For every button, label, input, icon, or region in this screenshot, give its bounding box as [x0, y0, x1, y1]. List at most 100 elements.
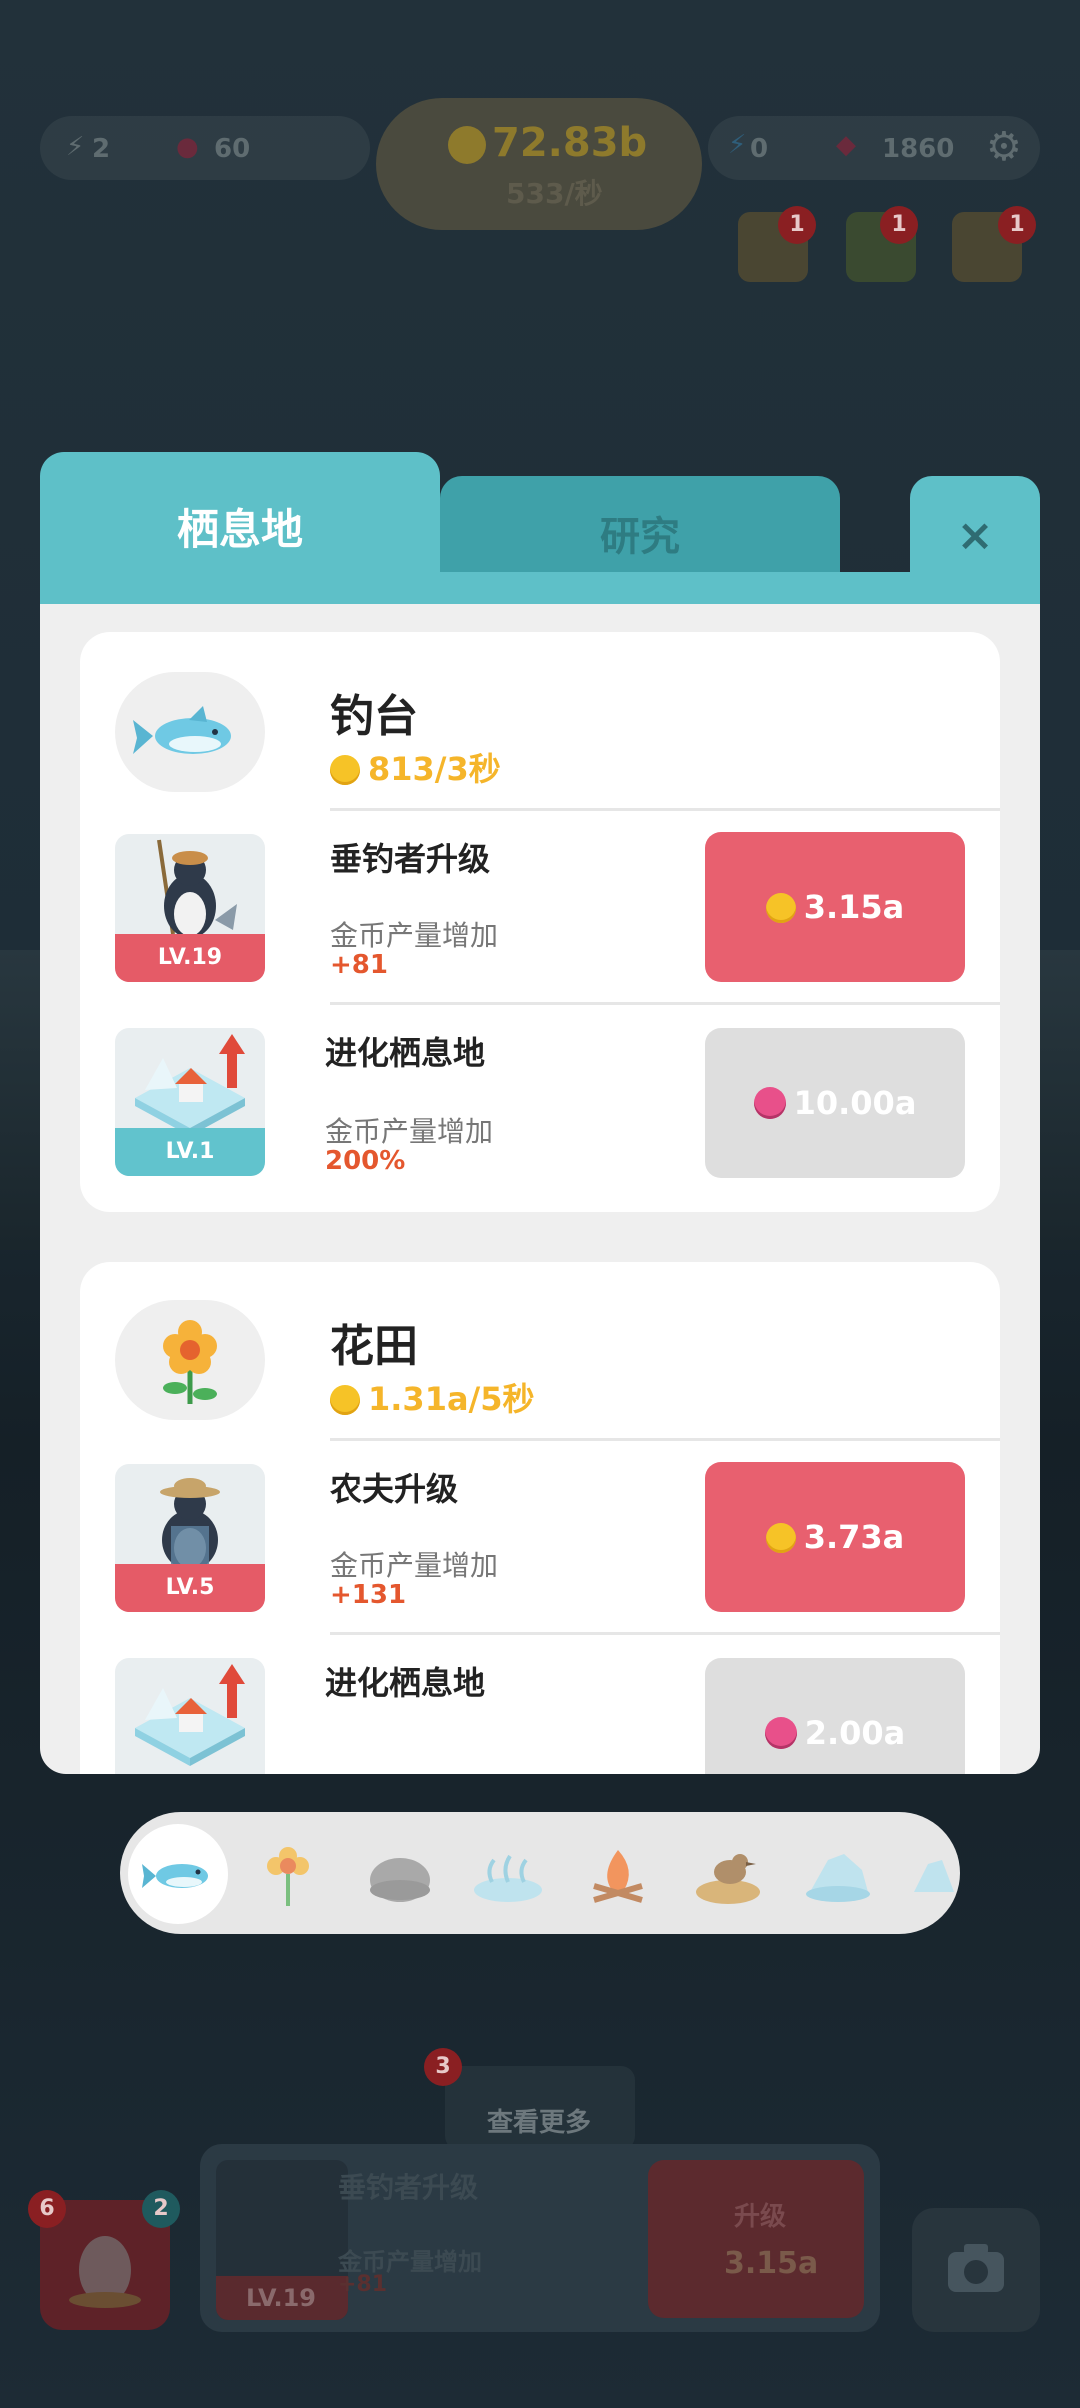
- habitat-card-fishing-platform: 钓台 813/3秒 LV.19 垂钓者升级 金币产量增加 +81 3.15a L…: [80, 632, 1000, 1212]
- upgrade-title: 垂钓者升级: [330, 840, 491, 878]
- level-badge: LV.19: [115, 934, 265, 982]
- ice-icon: [914, 1860, 954, 1892]
- quick-upgrade-button[interactable]: 升级 3.15a: [648, 2160, 864, 2318]
- camera-button[interactable]: [912, 2208, 1040, 2332]
- coin-icon: [765, 1523, 796, 1553]
- habitat-rate-value: 813/3秒: [368, 750, 501, 788]
- upgrade-title: 垂钓者升级: [338, 2171, 479, 2204]
- level-badge-label: LV.19: [246, 2284, 316, 2312]
- angler-thumbnail: LV.19: [115, 834, 265, 982]
- gear-icon[interactable]: ⚙: [986, 124, 1022, 170]
- rock-icon: [370, 1858, 430, 1902]
- habitat-tab-rock[interactable]: [348, 1824, 448, 1924]
- view-more-label: 查看更多: [487, 2108, 592, 2138]
- angler-thumbnail: LV.19: [216, 2160, 348, 2320]
- upgrade-title: 进化栖息地: [325, 1034, 486, 1072]
- upgrade-farmer-button[interactable]: 3.73a: [705, 1462, 965, 1612]
- flower-icon: [115, 1300, 265, 1420]
- upgrade-title: 农夫升级: [330, 1470, 459, 1508]
- coin-icon: [448, 126, 486, 164]
- divider: [330, 808, 1000, 811]
- upgrade-value: 200%: [325, 1146, 406, 1176]
- view-more-badge: 3: [424, 2048, 462, 2086]
- habitat-card-flower-field: 花田 1.31a/5秒 LV.5 农夫升级 金币产量增加 +131 3.73a: [80, 1262, 1000, 1774]
- divider: [330, 1438, 1000, 1441]
- flower-icon: [267, 1847, 309, 1906]
- close-icon: ×: [956, 510, 994, 561]
- gem-icon: ◆: [836, 130, 856, 160]
- egg-badge-secondary: 2: [142, 2190, 180, 2228]
- level-badge: LV.5: [115, 1564, 265, 1612]
- modal-header-band: [40, 572, 1040, 604]
- upgrade-value: +131: [330, 1580, 407, 1610]
- coin-total: 72.83b: [492, 120, 648, 166]
- habitat-title: 花田: [330, 1321, 418, 1372]
- habitat-tab-hot-spring[interactable]: [458, 1824, 558, 1924]
- tab-research-label: 研究: [600, 514, 680, 560]
- evolve-habitat-button[interactable]: 10.00a: [705, 1028, 965, 1178]
- gem-count: 1860: [882, 134, 955, 164]
- heart-count: 60: [214, 134, 251, 164]
- farmer-thumbnail: LV.5: [115, 1464, 265, 1612]
- level-badge: LV.1: [115, 1128, 265, 1176]
- habitat-rate-value: 1.31a/5秒: [368, 1380, 535, 1418]
- energy-icon: ⚡: [728, 130, 747, 160]
- gem-icon: [753, 1087, 786, 1119]
- energy-count: 0: [750, 134, 769, 164]
- upgrade-desc: 金币产量增加: [325, 1115, 494, 1148]
- upgrade-desc: 金币产量增加: [330, 1549, 499, 1582]
- egg-badge: 6: [28, 2190, 66, 2228]
- habitat-selector[interactable]: [120, 1812, 960, 1934]
- upgrade-desc: 金币产量增加: [330, 919, 499, 952]
- evolve-habitat-thumbnail: LV.1: [115, 1028, 265, 1176]
- habitat-tab-ice[interactable]: [898, 1824, 960, 1924]
- coin-icon: [330, 1385, 360, 1415]
- divider: [330, 1002, 1000, 1005]
- habitat-tab-campfire[interactable]: [568, 1824, 668, 1924]
- top-hud: ⚡ 2 ● 60 72.83b 533/秒 ⚡ 0 ◆ 1860 ⚙ 1 1 1: [0, 0, 1080, 300]
- gem-icon: [764, 1717, 797, 1749]
- upgrade-angler-button[interactable]: 3.15a: [705, 832, 965, 982]
- habitat-title: 钓台: [330, 691, 418, 742]
- habitat-tab-flower[interactable]: [238, 1824, 338, 1924]
- habitat-tab-fishing[interactable]: [128, 1824, 228, 1924]
- upgrade-cost: 3.15a: [803, 888, 905, 926]
- coin-icon: [330, 755, 360, 785]
- bolt-count: 2: [92, 134, 111, 164]
- habitat-tab-iceberg[interactable]: [788, 1824, 888, 1924]
- habitat-rate: 1.31a/5秒: [330, 1374, 535, 1420]
- habitat-tab-nest[interactable]: [678, 1824, 778, 1924]
- upgrade-cost: 10.00a: [793, 1084, 917, 1122]
- heart-icon: ●: [176, 132, 199, 162]
- habitat-panel[interactable]: 钓台 813/3秒 LV.19 垂钓者升级 金币产量增加 +81 3.15a L…: [40, 604, 1040, 1774]
- habitat-rate: 813/3秒: [330, 744, 501, 790]
- coin-total-panel: 72.83b 533/秒: [376, 98, 702, 230]
- calendar-badge: 1: [880, 206, 918, 244]
- iceberg-icon: [806, 1854, 870, 1902]
- mail-badge: 1: [998, 206, 1036, 244]
- hot-spring-icon: [474, 1854, 542, 1902]
- evolve-habitat-button[interactable]: 2.00a: [705, 1658, 965, 1774]
- fish-icon: [142, 1864, 208, 1888]
- campfire-icon: [593, 1850, 643, 1903]
- divider: [330, 1632, 1000, 1635]
- trophy-badge: 1: [778, 206, 816, 244]
- evolve-habitat-thumbnail: [115, 1658, 265, 1774]
- quick-upgrade-cost: 3.15a: [724, 2246, 819, 2281]
- level-badge: LV.19: [216, 2276, 348, 2320]
- resource-pill: [40, 116, 370, 180]
- coin-rate: 533/秒: [506, 177, 603, 210]
- upgrade-value: +81: [330, 950, 388, 980]
- upgrade-value: +81: [338, 2272, 388, 2297]
- tab-habitat-label: 栖息地: [176, 505, 303, 554]
- upgrade-cost: 3.73a: [803, 1518, 905, 1556]
- upgrade-title: 进化栖息地: [325, 1664, 486, 1702]
- coin-icon: [765, 893, 796, 923]
- quick-upgrade-label: 升级: [734, 2202, 787, 2232]
- fish-icon: [115, 672, 265, 792]
- camera-icon: [948, 2244, 1004, 2292]
- bolt-icon: ⚡: [66, 132, 85, 162]
- bird-nest-icon: [696, 1854, 760, 1904]
- view-more-button[interactable]: 查看更多: [445, 2066, 635, 2150]
- upgrade-cost: 2.00a: [804, 1714, 906, 1752]
